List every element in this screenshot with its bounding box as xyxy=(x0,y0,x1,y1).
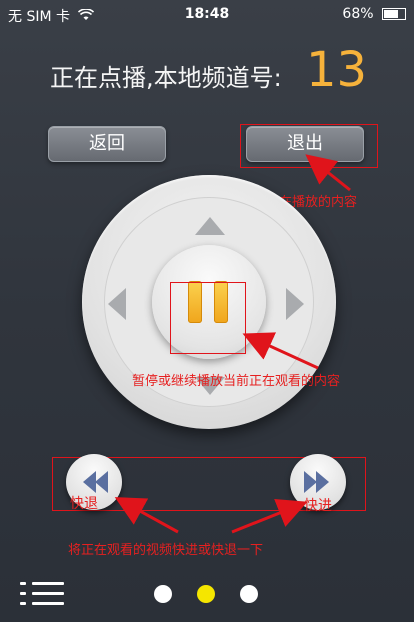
pause-annotation-text: 暂停或继续播放当前正在观看的内容 xyxy=(132,374,341,389)
now-playing-header: 正在点播,本地频道号: 13 xyxy=(0,42,414,102)
battery-fill xyxy=(384,10,398,18)
battery-percent: 68% xyxy=(342,6,374,22)
left-arrow-icon[interactable] xyxy=(108,288,126,320)
up-arrow-icon[interactable] xyxy=(195,217,225,235)
right-arrow-icon[interactable] xyxy=(286,288,304,320)
channel-number: 13 xyxy=(306,42,368,98)
pause-annotation-box xyxy=(170,282,246,354)
seek-annotation-text: 将正在观看的视频快进或快退一下 xyxy=(68,543,264,558)
now-playing-label: 正在点播,本地频道号: xyxy=(50,64,282,92)
forward-label: 快进 xyxy=(304,498,332,514)
status-bar: 无 SIM 卡 18:48 68% xyxy=(0,0,414,30)
exit-annotation-box xyxy=(240,124,378,168)
battery-icon xyxy=(382,8,406,20)
page-dot[interactable] xyxy=(154,585,172,603)
menu-list-icon[interactable] xyxy=(20,580,64,608)
page-dot[interactable] xyxy=(240,585,258,603)
rewind-label: 快退 xyxy=(70,496,98,512)
back-button[interactable]: 返回 xyxy=(48,126,166,162)
page-dot[interactable] xyxy=(197,585,215,603)
